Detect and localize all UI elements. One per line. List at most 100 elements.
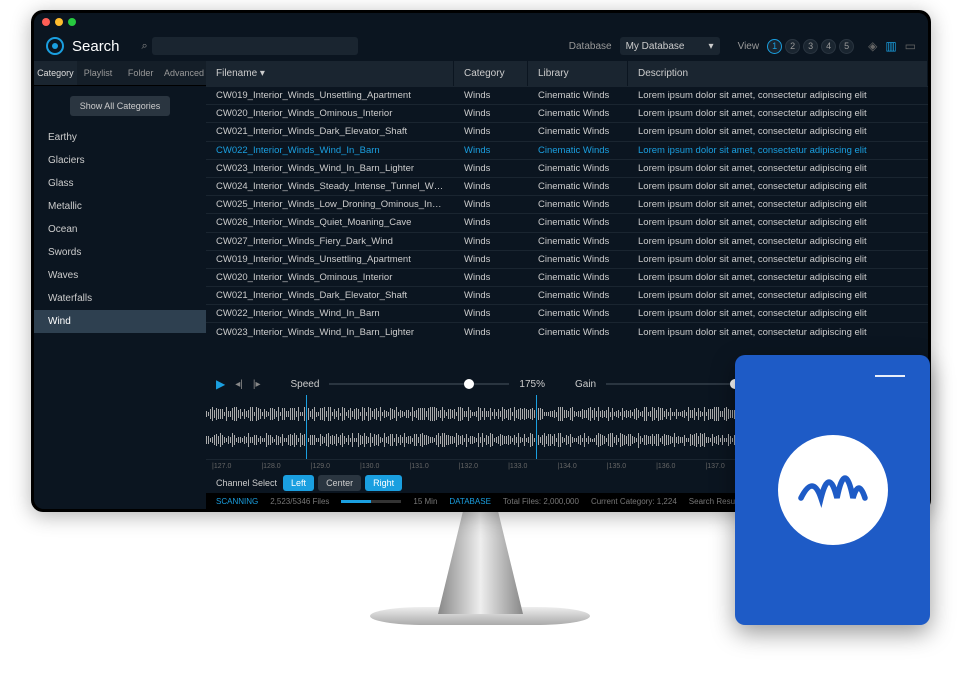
cell-library: Cinematic Winds — [528, 217, 628, 228]
drive-logo-icon — [778, 435, 888, 545]
view-number-4[interactable]: 4 — [821, 39, 836, 54]
cell-category: Winds — [454, 181, 528, 192]
table-row[interactable]: CW023_Interior_Winds_Wind_In_Barn_Lighte… — [206, 322, 928, 340]
category-item[interactable]: Glass — [34, 172, 206, 195]
ruler-tick: |132.0 — [459, 463, 478, 470]
category-item[interactable]: Swords — [34, 241, 206, 264]
layout-single-icon[interactable]: ▭ — [905, 39, 916, 53]
minimize-icon[interactable] — [55, 18, 63, 26]
play-icon[interactable]: ▶ — [216, 377, 225, 391]
table-row[interactable]: CW022_Interior_Winds_Wind_In_BarnWindsCi… — [206, 304, 928, 322]
channel-select-label: Channel Select — [216, 478, 277, 488]
category-item[interactable]: Wind — [34, 310, 206, 333]
tab-advanced[interactable]: Advanced — [162, 61, 206, 85]
cell-filename: CW019_Interior_Winds_Unsettling_Apartmen… — [206, 90, 454, 101]
app-title: Search — [72, 38, 120, 55]
category-item[interactable]: Metallic — [34, 195, 206, 218]
skip-back-icon[interactable]: ◂| — [235, 379, 243, 390]
skip-fwd-icon[interactable]: |▸ — [253, 379, 261, 390]
tab-playlist[interactable]: Playlist — [77, 61, 120, 85]
table-row[interactable]: CW024_Interior_Winds_Steady_Intense_Tunn… — [206, 177, 928, 195]
ruler-tick: |128.0 — [261, 463, 280, 470]
search-icon: ⌕ — [142, 40, 148, 53]
cell-library: Cinematic Winds — [528, 163, 628, 174]
cell-library: Cinematic Winds — [528, 108, 628, 119]
table-row[interactable]: CW027_Interior_Winds_Fiery_Dark_WindWind… — [206, 232, 928, 250]
cell-description: Lorem ipsum dolor sit amet, consectetur … — [628, 181, 928, 192]
current-category-count: Current Category: 1,224 — [591, 497, 677, 506]
table-row[interactable]: CW026_Interior_Winds_Quiet_Moaning_CaveW… — [206, 213, 928, 231]
search-input[interactable] — [152, 37, 359, 55]
gain-slider[interactable] — [606, 383, 736, 385]
scan-progress-bar — [341, 500, 401, 503]
database-label: Database — [569, 41, 612, 52]
cell-category: Winds — [454, 90, 528, 101]
table-row[interactable]: CW025_Interior_Winds_Low_Droning_Ominous… — [206, 195, 928, 213]
table-row[interactable]: CW021_Interior_Winds_Dark_Elevator_Shaft… — [206, 122, 928, 140]
category-item[interactable]: Waterfalls — [34, 287, 206, 310]
chevron-down-icon: ▾ — [709, 41, 714, 52]
cell-category: Winds — [454, 272, 528, 283]
speed-label: Speed — [290, 379, 319, 390]
view-number-1[interactable]: 1 — [767, 39, 782, 54]
ruler-tick: |130.0 — [360, 463, 379, 470]
cell-library: Cinematic Winds — [528, 290, 628, 301]
ruler-tick: |135.0 — [607, 463, 626, 470]
cell-filename: CW022_Interior_Winds_Wind_In_Barn — [206, 308, 454, 319]
cell-filename: CW019_Interior_Winds_Unsettling_Apartmen… — [206, 254, 454, 265]
category-item[interactable]: Waves — [34, 264, 206, 287]
column-category[interactable]: Category — [454, 61, 528, 86]
cell-library: Cinematic Winds — [528, 181, 628, 192]
maximize-icon[interactable] — [68, 18, 76, 26]
cell-filename: CW025_Interior_Winds_Low_Droning_Ominous… — [206, 199, 454, 210]
cell-library: Cinematic Winds — [528, 145, 628, 156]
cell-description: Lorem ipsum dolor sit amet, consectetur … — [628, 126, 928, 137]
table-row[interactable]: CW021_Interior_Winds_Dark_Elevator_Shaft… — [206, 286, 928, 304]
cell-category: Winds — [454, 163, 528, 174]
table-row[interactable]: CW020_Interior_Winds_Ominous_InteriorWin… — [206, 268, 928, 286]
category-item[interactable]: Earthy — [34, 126, 206, 149]
view-number-5[interactable]: 5 — [839, 39, 854, 54]
playhead-marker[interactable] — [536, 395, 537, 459]
tab-folder[interactable]: Folder — [119, 61, 162, 85]
database-status-label: DATABASE — [449, 497, 491, 506]
cube-icon[interactable]: ◈ — [868, 39, 877, 53]
ruler-tick: |133.0 — [508, 463, 527, 470]
table-row[interactable]: CW023_Interior_Winds_Wind_In_Barn_Lighte… — [206, 159, 928, 177]
channel-center-button[interactable]: Center — [318, 475, 361, 491]
channel-left-button[interactable]: Left — [283, 475, 314, 491]
table-row[interactable]: CW022_Interior_Winds_Wind_In_BarnWindsCi… — [206, 141, 928, 159]
table-row[interactable]: CW020_Interior_Winds_Ominous_InteriorWin… — [206, 104, 928, 122]
cell-filename: CW024_Interior_Winds_Steady_Intense_Tunn… — [206, 181, 454, 192]
speed-slider[interactable] — [329, 383, 509, 385]
cell-category: Winds — [454, 290, 528, 301]
cell-filename: CW021_Interior_Winds_Dark_Elevator_Shaft — [206, 290, 454, 301]
tab-category[interactable]: Category — [34, 61, 77, 85]
cell-description: Lorem ipsum dolor sit amet, consectetur … — [628, 145, 928, 156]
ruler-tick: |137.0 — [705, 463, 724, 470]
column-description[interactable]: Description — [628, 61, 928, 86]
view-number-3[interactable]: 3 — [803, 39, 818, 54]
column-library[interactable]: Library — [528, 61, 628, 86]
view-label: View — [738, 41, 760, 52]
column-filename[interactable]: Filename ▾ — [206, 61, 454, 86]
view-number-2[interactable]: 2 — [785, 39, 800, 54]
cell-filename: CW026_Interior_Winds_Quiet_Moaning_Cave — [206, 217, 454, 228]
database-select[interactable]: My Database ▾ — [620, 37, 720, 55]
cell-filename: CW020_Interior_Winds_Ominous_Interior — [206, 272, 454, 283]
cell-description: Lorem ipsum dolor sit amet, consectetur … — [628, 217, 928, 228]
cell-filename: CW021_Interior_Winds_Dark_Elevator_Shaft — [206, 126, 454, 137]
layout-split-icon[interactable]: ▥ — [885, 39, 896, 53]
cell-description: Lorem ipsum dolor sit amet, consectetur … — [628, 290, 928, 301]
cell-description: Lorem ipsum dolor sit amet, consectetur … — [628, 108, 928, 119]
playhead-marker[interactable] — [306, 395, 307, 459]
category-item[interactable]: Glaciers — [34, 149, 206, 172]
table-row[interactable]: CW019_Interior_Winds_Unsettling_Apartmen… — [206, 250, 928, 268]
category-item[interactable]: Ocean — [34, 218, 206, 241]
channel-right-button[interactable]: Right — [365, 475, 402, 491]
ruler-tick: |127.0 — [212, 463, 231, 470]
cell-filename: CW020_Interior_Winds_Ominous_Interior — [206, 108, 454, 119]
close-icon[interactable] — [42, 18, 50, 26]
show-all-categories-button[interactable]: Show All Categories — [70, 96, 171, 116]
table-row[interactable]: CW019_Interior_Winds_Unsettling_Apartmen… — [206, 86, 928, 104]
